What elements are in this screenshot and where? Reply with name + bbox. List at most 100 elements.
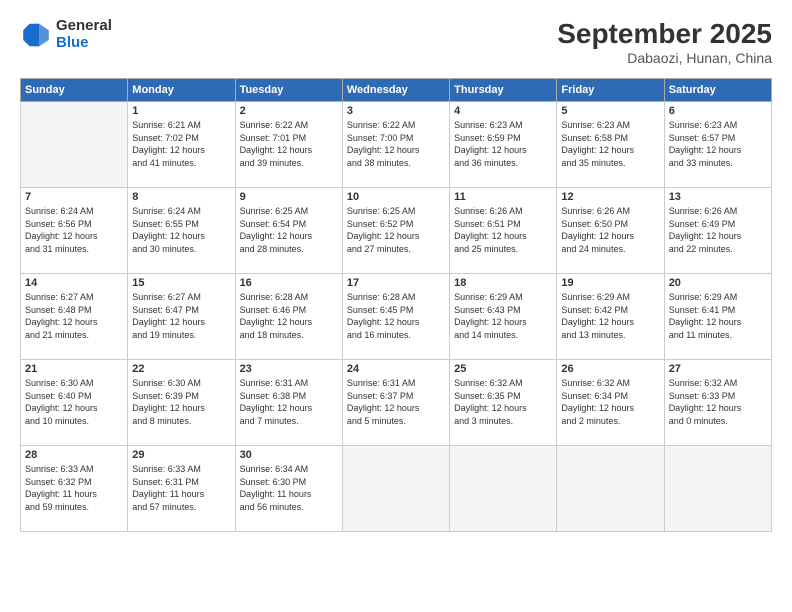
calendar-cell: 9 Sunrise: 6:25 AM Sunset: 6:54 PM Daylig… <box>235 188 342 274</box>
location: Dabaozi, Hunan, China <box>557 50 772 66</box>
day-number: 4 <box>454 105 552 117</box>
day-info: Sunrise: 6:26 AM Sunset: 6:50 PM Dayligh… <box>561 205 659 255</box>
calendar-cell <box>664 446 771 532</box>
weekday-header-row: SundayMondayTuesdayWednesdayThursdayFrid… <box>21 79 772 102</box>
calendar-cell: 2Sunrise: 6:22 AM Sunset: 7:01 PM Daylig… <box>235 102 342 188</box>
day-number: 26 <box>561 363 659 375</box>
calendar: SundayMondayTuesdayWednesdayThursdayFrid… <box>20 78 772 532</box>
weekday-header-wednesday: Wednesday <box>342 79 449 102</box>
week-row-4: 21 Sunrise: 6:30 AM Sunset: 6:40 PM Dayli… <box>21 360 772 446</box>
month-title: September 2025 <box>557 18 772 50</box>
logo-text: General Blue <box>56 18 112 51</box>
week-row-3: 14Sunrise: 6:27 AM Sunset: 6:48 PM Dayli… <box>21 274 772 360</box>
day-info: Sunrise: 6:32 AM Sunset: 6:34 PM Dayligh… <box>561 377 659 427</box>
page-header: General Blue September 2025 Dabaozi, Hun… <box>20 18 772 66</box>
day-info: Sunrise: 6:23 AM Sunset: 6:57 PM Dayligh… <box>669 119 767 169</box>
calendar-cell: 20 Sunrise: 6:29 AM Sunset: 6:41 PM Dayli… <box>664 274 771 360</box>
day-number: 7 <box>25 191 123 203</box>
day-number: 17 <box>347 277 445 289</box>
calendar-cell: 17 Sunrise: 6:28 AM Sunset: 6:45 PM Dayli… <box>342 274 449 360</box>
weekday-header-friday: Friday <box>557 79 664 102</box>
day-info: Sunrise: 6:25 AM Sunset: 6:54 PM Dayligh… <box>240 205 338 255</box>
calendar-cell: 29Sunrise: 6:33 AM Sunset: 6:31 PM Dayli… <box>128 446 235 532</box>
day-number: 13 <box>669 191 767 203</box>
day-info: Sunrise: 6:23 AM Sunset: 6:58 PM Dayligh… <box>561 119 659 169</box>
calendar-cell: 3Sunrise: 6:22 AM Sunset: 7:00 PM Daylig… <box>342 102 449 188</box>
day-number: 29 <box>132 449 230 461</box>
calendar-cell: 21 Sunrise: 6:30 AM Sunset: 6:40 PM Dayli… <box>21 360 128 446</box>
day-info: Sunrise: 6:25 AM Sunset: 6:52 PM Dayligh… <box>347 205 445 255</box>
day-info: Sunrise: 6:29 AM Sunset: 6:42 PM Dayligh… <box>561 291 659 341</box>
day-info: Sunrise: 6:29 AM Sunset: 6:41 PM Dayligh… <box>669 291 767 341</box>
day-info: Sunrise: 6:26 AM Sunset: 6:51 PM Dayligh… <box>454 205 552 255</box>
day-number: 21 <box>25 363 123 375</box>
calendar-cell: 26 Sunrise: 6:32 AM Sunset: 6:34 PM Dayli… <box>557 360 664 446</box>
calendar-cell: 12 Sunrise: 6:26 AM Sunset: 6:50 PM Dayli… <box>557 188 664 274</box>
calendar-cell: 5 Sunrise: 6:23 AM Sunset: 6:58 PM Daylig… <box>557 102 664 188</box>
calendar-cell: 4 Sunrise: 6:23 AM Sunset: 6:59 PM Daylig… <box>450 102 557 188</box>
calendar-cell: 8 Sunrise: 6:24 AM Sunset: 6:55 PM Daylig… <box>128 188 235 274</box>
weekday-header-tuesday: Tuesday <box>235 79 342 102</box>
day-info: Sunrise: 6:23 AM Sunset: 6:59 PM Dayligh… <box>454 119 552 169</box>
calendar-cell: 25Sunrise: 6:32 AM Sunset: 6:35 PM Dayli… <box>450 360 557 446</box>
day-number: 1 <box>132 105 230 117</box>
day-info: Sunrise: 6:32 AM Sunset: 6:33 PM Dayligh… <box>669 377 767 427</box>
day-number: 27 <box>669 363 767 375</box>
week-row-5: 28Sunrise: 6:33 AM Sunset: 6:32 PM Dayli… <box>21 446 772 532</box>
day-number: 16 <box>240 277 338 289</box>
calendar-cell <box>342 446 449 532</box>
day-info: Sunrise: 6:24 AM Sunset: 6:56 PM Dayligh… <box>25 205 123 255</box>
day-number: 6 <box>669 105 767 117</box>
weekday-header-thursday: Thursday <box>450 79 557 102</box>
weekday-header-monday: Monday <box>128 79 235 102</box>
day-number: 20 <box>669 277 767 289</box>
calendar-cell: 24Sunrise: 6:31 AM Sunset: 6:37 PM Dayli… <box>342 360 449 446</box>
calendar-cell: 1 Sunrise: 6:21 AM Sunset: 7:02 PM Daylig… <box>128 102 235 188</box>
day-info: Sunrise: 6:29 AM Sunset: 6:43 PM Dayligh… <box>454 291 552 341</box>
calendar-cell <box>450 446 557 532</box>
day-number: 9 <box>240 191 338 203</box>
day-number: 28 <box>25 449 123 461</box>
calendar-cell: 22 Sunrise: 6:30 AM Sunset: 6:39 PM Dayli… <box>128 360 235 446</box>
day-info: Sunrise: 6:26 AM Sunset: 6:49 PM Dayligh… <box>669 205 767 255</box>
week-row-1: 1 Sunrise: 6:21 AM Sunset: 7:02 PM Daylig… <box>21 102 772 188</box>
calendar-cell: 27 Sunrise: 6:32 AM Sunset: 6:33 PM Dayli… <box>664 360 771 446</box>
day-info: Sunrise: 6:27 AM Sunset: 6:48 PM Dayligh… <box>25 291 123 341</box>
day-info: Sunrise: 6:27 AM Sunset: 6:47 PM Dayligh… <box>132 291 230 341</box>
calendar-cell: 16Sunrise: 6:28 AM Sunset: 6:46 PM Dayli… <box>235 274 342 360</box>
day-number: 15 <box>132 277 230 289</box>
calendar-cell: 30 Sunrise: 6:34 AM Sunset: 6:30 PM Dayli… <box>235 446 342 532</box>
calendar-cell: 6 Sunrise: 6:23 AM Sunset: 6:57 PM Daylig… <box>664 102 771 188</box>
day-number: 24 <box>347 363 445 375</box>
day-number: 22 <box>132 363 230 375</box>
logo-blue: Blue <box>56 35 112 52</box>
calendar-cell <box>557 446 664 532</box>
calendar-cell: 15 Sunrise: 6:27 AM Sunset: 6:47 PM Dayli… <box>128 274 235 360</box>
day-info: Sunrise: 6:21 AM Sunset: 7:02 PM Dayligh… <box>132 119 230 169</box>
day-info: Sunrise: 6:34 AM Sunset: 6:30 PM Dayligh… <box>240 463 338 513</box>
day-number: 25 <box>454 363 552 375</box>
day-number: 12 <box>561 191 659 203</box>
day-number: 30 <box>240 449 338 461</box>
calendar-cell: 19 Sunrise: 6:29 AM Sunset: 6:42 PM Dayli… <box>557 274 664 360</box>
title-block: September 2025 Dabaozi, Hunan, China <box>557 18 772 66</box>
day-number: 18 <box>454 277 552 289</box>
calendar-cell: 11 Sunrise: 6:26 AM Sunset: 6:51 PM Dayli… <box>450 188 557 274</box>
calendar-cell: 14Sunrise: 6:27 AM Sunset: 6:48 PM Dayli… <box>21 274 128 360</box>
day-info: Sunrise: 6:28 AM Sunset: 6:45 PM Dayligh… <box>347 291 445 341</box>
logo: General Blue <box>20 18 112 51</box>
logo-icon <box>20 19 52 51</box>
day-info: Sunrise: 6:30 AM Sunset: 6:39 PM Dayligh… <box>132 377 230 427</box>
day-info: Sunrise: 6:24 AM Sunset: 6:55 PM Dayligh… <box>132 205 230 255</box>
day-number: 11 <box>454 191 552 203</box>
day-info: Sunrise: 6:31 AM Sunset: 6:38 PM Dayligh… <box>240 377 338 427</box>
weekday-header-sunday: Sunday <box>21 79 128 102</box>
day-number: 10 <box>347 191 445 203</box>
day-info: Sunrise: 6:30 AM Sunset: 6:40 PM Dayligh… <box>25 377 123 427</box>
calendar-cell: 7 Sunrise: 6:24 AM Sunset: 6:56 PM Daylig… <box>21 188 128 274</box>
calendar-cell <box>21 102 128 188</box>
day-number: 19 <box>561 277 659 289</box>
day-number: 5 <box>561 105 659 117</box>
day-number: 8 <box>132 191 230 203</box>
day-number: 3 <box>347 105 445 117</box>
